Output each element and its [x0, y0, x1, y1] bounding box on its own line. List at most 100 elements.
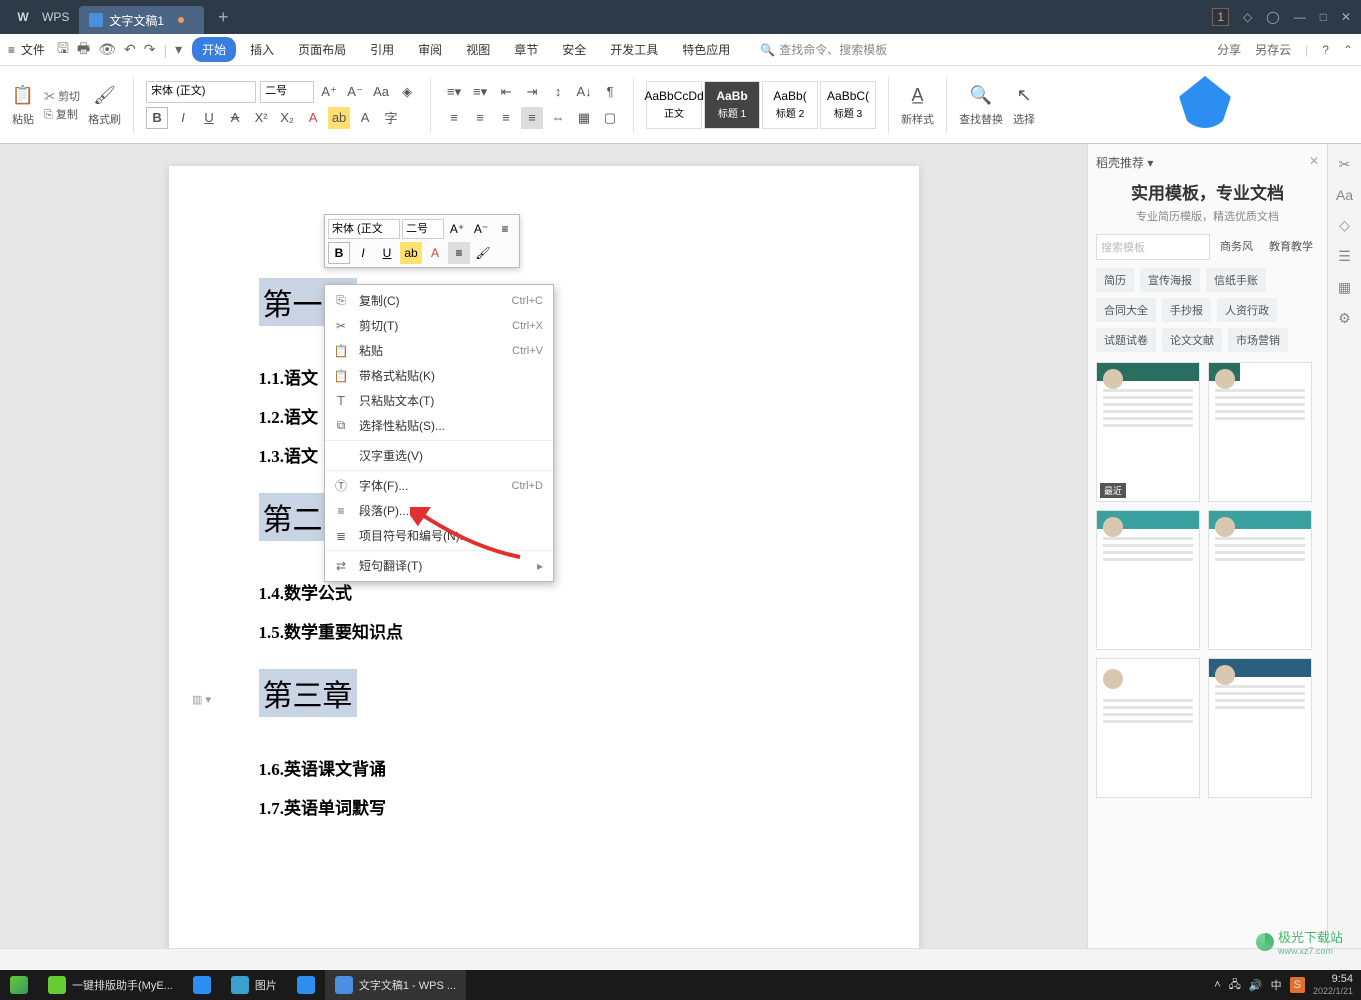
- doc-item[interactable]: 1.6.英语课文背诵: [259, 755, 829, 780]
- shading-icon[interactable]: ▦: [573, 107, 595, 129]
- vt-outline-icon[interactable]: ☰: [1338, 248, 1351, 265]
- template-thumb[interactable]: [1096, 658, 1200, 798]
- taskbar-app-wps[interactable]: 文字文稿1 - WPS ...: [325, 970, 466, 1000]
- style-normal[interactable]: AaBbCcDd正文: [646, 81, 702, 129]
- vt-clip-icon[interactable]: ✂: [1339, 156, 1351, 173]
- tab-insert[interactable]: 插入: [240, 37, 284, 62]
- style-heading3[interactable]: AaBbC(标题 3: [820, 81, 876, 129]
- panel-close-icon[interactable]: ✕: [1309, 154, 1319, 168]
- mini-align-button[interactable]: ≡: [448, 242, 470, 264]
- format-painter-group[interactable]: 🖌 格式刷: [88, 83, 121, 127]
- align-right-icon[interactable]: ≡: [495, 107, 517, 129]
- tab-view[interactable]: 视图: [456, 37, 500, 62]
- preview-icon[interactable]: 👁: [98, 41, 116, 58]
- increase-indent-icon[interactable]: ⇥: [521, 81, 543, 103]
- doc-item[interactable]: 1.7.英语单词默写: [259, 794, 829, 819]
- qat-dropdown-icon[interactable]: ▾: [175, 41, 182, 58]
- template-thumb[interactable]: [1208, 658, 1312, 798]
- underline-button[interactable]: U: [198, 107, 220, 129]
- distribute-icon[interactable]: ⇔: [547, 107, 569, 129]
- chapter-3-heading[interactable]: 第三章: [259, 669, 357, 717]
- redo-icon[interactable]: ↷: [144, 41, 156, 58]
- bold-button[interactable]: B: [146, 107, 168, 129]
- tag-resume[interactable]: 简历: [1096, 268, 1134, 292]
- save-icon[interactable]: 🖫: [57, 38, 69, 62]
- tray-time[interactable]: 9:54: [1313, 973, 1353, 985]
- new-tab-button[interactable]: +: [218, 7, 229, 28]
- menu-icon[interactable]: ≡: [8, 43, 15, 57]
- decrease-font-icon[interactable]: A⁻: [344, 81, 366, 103]
- clear-format-icon[interactable]: ◈: [396, 81, 418, 103]
- tray-up-icon[interactable]: ˄: [1214, 979, 1220, 991]
- char-shading-button[interactable]: 字: [380, 107, 402, 129]
- vt-shape-icon[interactable]: ◇: [1339, 217, 1350, 234]
- page-float-icon[interactable]: ▥ ▾: [192, 693, 211, 706]
- style-heading1[interactable]: AaBb标题 1: [704, 81, 760, 129]
- minimize-button[interactable]: —: [1294, 10, 1306, 24]
- increase-font-icon[interactable]: A⁺: [318, 81, 340, 103]
- tag-exam[interactable]: 试题试卷: [1096, 328, 1156, 352]
- maximize-button[interactable]: □: [1320, 10, 1327, 24]
- mini-highlight-button[interactable]: ab: [400, 242, 422, 264]
- menu-paste-format[interactable]: 📋带格式粘贴(K): [325, 363, 553, 388]
- align-left-icon[interactable]: ≡: [443, 107, 465, 129]
- align-center-icon[interactable]: ≡: [469, 107, 491, 129]
- menu-paste-text[interactable]: Ｔ只粘贴文本(T): [325, 388, 553, 413]
- help-button[interactable]: ?: [1322, 43, 1329, 57]
- vt-layout-icon[interactable]: ▦: [1338, 279, 1351, 296]
- document-tab[interactable]: 文字文稿1: [79, 6, 204, 34]
- doc-item[interactable]: 1.5.数学重要知识点: [259, 618, 829, 643]
- mini-bold-button[interactable]: B: [328, 242, 350, 264]
- start-button[interactable]: [0, 970, 38, 1000]
- superscript-button[interactable]: X²: [250, 107, 272, 129]
- tag-marketing[interactable]: 市场营销: [1228, 328, 1288, 352]
- find-replace-button[interactable]: 🔍 查找替换: [959, 83, 1003, 127]
- strike-button[interactable]: A: [224, 107, 246, 129]
- mini-font-color-button[interactable]: A: [424, 242, 446, 264]
- copy-button[interactable]: ⎘ 复制: [44, 106, 80, 122]
- doc-item[interactable]: 1.4.数学公式: [259, 579, 829, 604]
- taskbar-app-4[interactable]: [287, 970, 325, 1000]
- menu-paste[interactable]: 📋粘贴Ctrl+V: [325, 338, 553, 363]
- char-border-button[interactable]: A: [354, 107, 376, 129]
- taskbar-app-3[interactable]: 图片: [221, 970, 287, 1000]
- line-spacing-icon[interactable]: ↕: [547, 81, 569, 103]
- mini-format-painter-icon[interactable]: 🖌: [472, 242, 494, 264]
- user-icon[interactable]: ◯: [1266, 10, 1279, 24]
- print-icon[interactable]: 🖶: [77, 38, 90, 62]
- top-tag-business[interactable]: 商务风: [1214, 234, 1259, 260]
- menu-translate[interactable]: ⇄短句翻译(T)▸: [325, 553, 553, 578]
- tray-volume-icon[interactable]: 🔊: [1249, 979, 1263, 992]
- tag-hr[interactable]: 人资行政: [1217, 298, 1277, 322]
- paste-group[interactable]: 📋 粘贴: [10, 83, 36, 127]
- highlight-button[interactable]: ab: [328, 107, 350, 129]
- show-marks-icon[interactable]: ¶: [599, 81, 621, 103]
- cloud-save-button[interactable]: 另存云: [1255, 41, 1291, 58]
- tab-review[interactable]: 审阅: [408, 37, 452, 62]
- menu-hanzi-reselect[interactable]: 汉字重选(V): [325, 443, 553, 468]
- menu-cut[interactable]: ✂剪切(T)Ctrl+X: [325, 313, 553, 338]
- menu-font[interactable]: Ⓣ字体(F)...Ctrl+D: [325, 473, 553, 498]
- menu-bullets-numbering[interactable]: ≣项目符号和编号(N)...: [325, 523, 553, 548]
- numbering-icon[interactable]: ≡▾: [469, 81, 491, 103]
- template-thumb[interactable]: [1208, 510, 1312, 650]
- taskbar-app-1[interactable]: 一键排版助手(MyE...: [38, 970, 183, 1000]
- subscript-button[interactable]: X₂: [276, 107, 298, 129]
- share-button[interactable]: 分享: [1217, 41, 1241, 58]
- style-gallery[interactable]: AaBbCcDd正文 AaBb标题 1 AaBb(标题 2 AaBbC(标题 3: [646, 81, 876, 129]
- tab-security[interactable]: 安全: [552, 37, 596, 62]
- file-menu[interactable]: 文件: [21, 41, 45, 58]
- bullets-icon[interactable]: ≡▾: [443, 81, 465, 103]
- change-case-icon[interactable]: Aa: [370, 81, 392, 103]
- align-justify-icon[interactable]: ≡: [521, 107, 543, 129]
- tray-ime[interactable]: 中: [1271, 977, 1282, 993]
- tag-letter[interactable]: 信纸手账: [1206, 268, 1266, 292]
- mini-italic-button[interactable]: I: [352, 242, 374, 264]
- tab-developer[interactable]: 开发工具: [600, 37, 668, 62]
- mini-bullets-icon[interactable]: ≡: [494, 218, 516, 240]
- collapse-ribbon-icon[interactable]: ⌃: [1343, 43, 1353, 57]
- taskbar-app-2[interactable]: [183, 970, 221, 1000]
- template-thumb[interactable]: [1208, 362, 1312, 502]
- command-search[interactable]: 🔍 查找命令、搜索模板: [760, 41, 887, 58]
- cut-button[interactable]: ✂ 剪切: [44, 88, 80, 104]
